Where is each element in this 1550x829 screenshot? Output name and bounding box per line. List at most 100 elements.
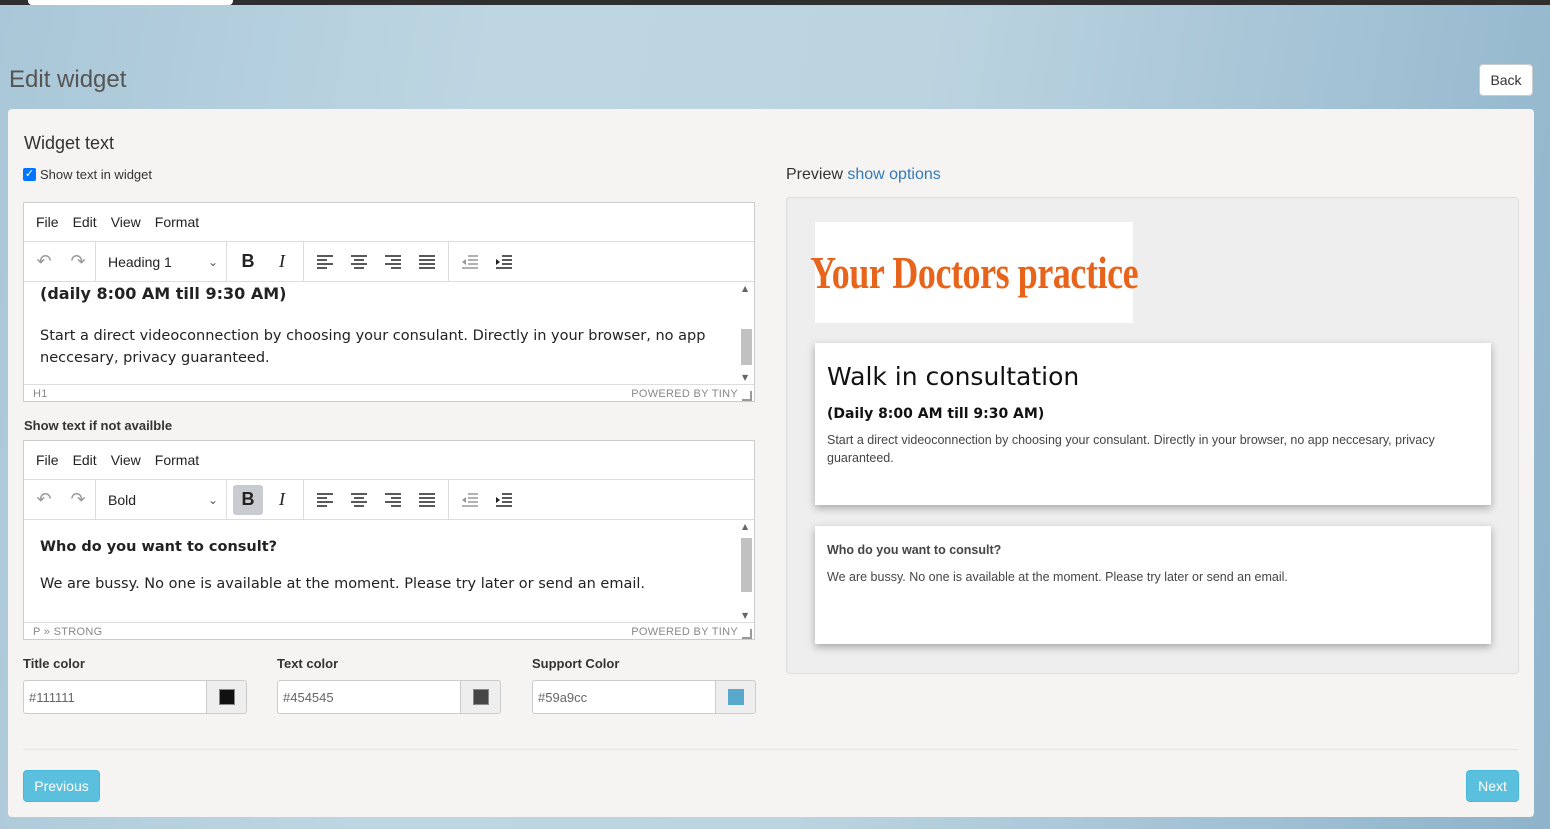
align-left-icon[interactable] [310, 247, 340, 277]
previous-button[interactable]: Previous [23, 770, 100, 802]
support-color-label: Support Color [532, 656, 620, 671]
menu-view[interactable]: View [111, 452, 141, 468]
title-color-picker-button[interactable] [206, 680, 247, 714]
editor-content-area[interactable]: (daily 8:00 AM till 9:30 AM) Start a dir… [24, 282, 754, 384]
editor-scrollbar[interactable]: ▲ ▼ [740, 522, 752, 620]
align-center-icon[interactable] [344, 247, 374, 277]
bold-icon[interactable]: B [233, 247, 263, 277]
menu-file[interactable]: File [36, 214, 59, 230]
browser-top-bar [0, 0, 1550, 5]
toolbar-separator [226, 480, 227, 519]
outdent-icon[interactable] [455, 485, 485, 515]
block-format-select[interactable]: Bold ⌄ [96, 485, 226, 515]
card-title: Who do you want to consult? [827, 543, 1002, 557]
support-color-input[interactable]: #59a9cc [532, 680, 715, 714]
editor-content-area[interactable]: Who do you want to consult? We are bussy… [24, 520, 754, 622]
italic-icon[interactable]: I [267, 247, 297, 277]
editor-scrollbar[interactable]: ▲ ▼ [740, 284, 752, 382]
show-text-checkbox-row[interactable]: ✓ Show text in widget [23, 167, 152, 182]
element-path[interactable]: H1 [33, 388, 48, 400]
indent-icon[interactable] [489, 247, 519, 277]
undo-icon[interactable]: ↶ [29, 485, 59, 515]
content-paragraph: Start a direct videoconnection by choosi… [40, 328, 706, 366]
support-color-field: #59a9cc [532, 680, 756, 714]
card-title: Walk in consultation [827, 362, 1080, 391]
section-title: Widget text [24, 133, 115, 153]
logo-text: Your Doctors practice [810, 247, 1138, 298]
card-text: Start a direct videoconnection by choosi… [827, 433, 1435, 465]
menu-format[interactable]: Format [155, 452, 199, 468]
redo-icon[interactable]: ↷ [63, 485, 93, 515]
undo-icon[interactable]: ↶ [29, 247, 59, 277]
text-color-swatch [472, 689, 489, 705]
preview-card-available: Walk in consultation (Daily 8:00 AM till… [815, 343, 1491, 505]
back-button[interactable]: Back [1479, 64, 1533, 96]
scroll-thumb[interactable] [741, 538, 752, 592]
toolbar-separator [226, 242, 227, 281]
show-options-link[interactable]: show options [847, 166, 940, 183]
support-color-picker-button[interactable] [715, 680, 756, 714]
title-color-swatch [218, 689, 235, 705]
redo-icon[interactable]: ↷ [63, 247, 93, 277]
align-right-icon[interactable] [378, 247, 408, 277]
preview-card-unavailable: Who do you want to consult? We are bussy… [815, 526, 1491, 644]
scroll-down-icon[interactable]: ▼ [742, 611, 748, 620]
editor-menubar: File Edit View Format [24, 203, 754, 242]
block-format-value: Heading 1 [108, 253, 172, 270]
block-format-select[interactable]: Heading 1 ⌄ [96, 247, 226, 277]
editor-statusbar: P » STRONG POWERED BY TINY [24, 622, 754, 641]
toolbar-separator [448, 242, 449, 281]
next-button[interactable]: Next [1466, 770, 1519, 802]
support-color-swatch [727, 689, 744, 705]
toolbar-separator [303, 242, 304, 281]
italic-icon[interactable]: I [267, 485, 297, 515]
scroll-thumb[interactable] [741, 329, 752, 365]
outdent-icon[interactable] [455, 247, 485, 277]
menu-view[interactable]: View [111, 214, 141, 230]
bold-icon[interactable]: B [233, 484, 263, 515]
menu-edit[interactable]: Edit [73, 452, 97, 468]
align-justify-icon[interactable] [412, 485, 442, 515]
scroll-up-icon[interactable]: ▲ [742, 522, 748, 531]
resize-handle-icon[interactable] [742, 629, 752, 639]
align-right-icon[interactable] [378, 485, 408, 515]
scroll-up-icon[interactable]: ▲ [742, 284, 748, 293]
editor-menubar: File Edit View Format [24, 441, 754, 480]
preview-header: Preview show options [786, 166, 941, 184]
text-editor-unavailable: File Edit View Format ↶ ↷ Bold ⌄ B I Who… [23, 440, 755, 640]
content-paragraph: We are bussy. No one is available at the… [40, 576, 645, 592]
title-color-input[interactable]: #111111 [23, 680, 206, 714]
powered-by[interactable]: POWERED BY TINY [631, 626, 738, 638]
text-color-field: #454545 [277, 680, 501, 714]
show-text-label: Show text in widget [40, 167, 153, 182]
practice-logo: Your Doctors practice [810, 222, 1138, 323]
element-path[interactable]: P » STRONG [33, 626, 102, 638]
align-justify-icon[interactable] [412, 247, 442, 277]
text-color-input[interactable]: #454545 [277, 680, 460, 714]
resize-handle-icon[interactable] [742, 391, 752, 401]
align-left-icon[interactable] [310, 485, 340, 515]
title-color-field: #111111 [23, 680, 247, 714]
powered-by[interactable]: POWERED BY TINY [631, 388, 738, 400]
browser-tab[interactable] [28, 0, 233, 5]
scroll-down-icon[interactable]: ▼ [742, 373, 748, 382]
indent-icon[interactable] [489, 485, 519, 515]
text-color-picker-button[interactable] [460, 680, 501, 714]
menu-edit[interactable]: Edit [73, 214, 97, 230]
content-heading: (daily 8:00 AM till 9:30 AM) [40, 284, 287, 303]
chevron-down-icon: ⌄ [207, 492, 218, 507]
menu-file[interactable]: File [36, 452, 59, 468]
checkbox-checked-icon[interactable]: ✓ [23, 168, 36, 181]
toolbar-separator [303, 480, 304, 519]
preview-label: Preview [786, 166, 843, 183]
align-center-icon[interactable] [344, 485, 374, 515]
text-editor-main: File Edit View Format ↶ ↷ Heading 1 ⌄ B … [23, 202, 755, 402]
card-text: We are bussy. No one is available at the… [827, 570, 1288, 584]
editor-statusbar: H1 POWERED BY TINY [24, 384, 754, 403]
content-bold-line: Who do you want to consult? [40, 539, 278, 555]
text-color-label: Text color [277, 656, 339, 671]
editor-toolbar: ↶ ↷ Heading 1 ⌄ B I [24, 242, 754, 282]
footer-divider [23, 749, 1519, 750]
menu-format[interactable]: Format [155, 214, 199, 230]
editor-toolbar: ↶ ↷ Bold ⌄ B I [24, 480, 754, 520]
